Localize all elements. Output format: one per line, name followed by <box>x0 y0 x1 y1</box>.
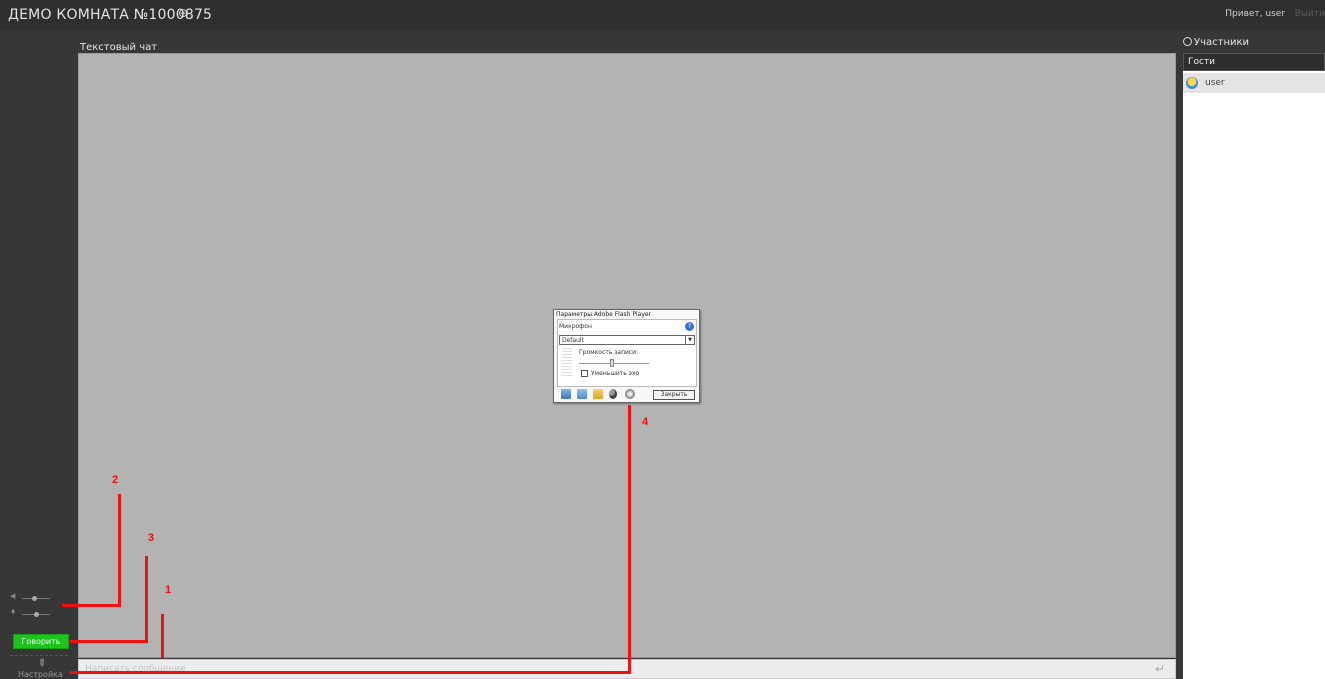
guests-group-header[interactable]: Гости <box>1183 53 1325 71</box>
annotation-line-3-horizontal <box>70 640 148 643</box>
annotation-label-4: 4 <box>642 416 649 428</box>
participants-title: Участники <box>1183 37 1249 48</box>
logout-link[interactable]: Выйти <box>1295 9 1325 19</box>
sidebar-divider <box>10 655 68 656</box>
speaker-volume-slider[interactable]: ◀ <box>10 592 60 603</box>
help-icon[interactable]: ? <box>685 322 694 331</box>
message-input[interactable]: Написать сообщение ↵ <box>78 659 1176 679</box>
left-sidebar: ◀ ♦ <box>0 30 78 679</box>
mic-volume-knob[interactable] <box>34 612 39 617</box>
user-avatar-icon <box>1186 77 1198 89</box>
annotation-label-1: 1 <box>165 584 172 596</box>
flash-settings-dialog: Параметры Adobe Flash Player Микрофон ? … <box>553 309 700 403</box>
annotation-line-1-vertical <box>161 614 164 658</box>
annotation-label-3: 3 <box>148 532 155 544</box>
participant-row[interactable]: user <box>1183 73 1325 93</box>
flash-dialog-title: Параметры Adobe Flash Player <box>556 311 652 318</box>
annotation-line-2-horizontal <box>62 604 121 607</box>
annotation-label-2: 2 <box>112 474 119 486</box>
reduce-echo-checkbox[interactable] <box>581 370 588 377</box>
send-enter-icon[interactable]: ↵ <box>1155 662 1165 676</box>
annotation-line-2-vertical <box>118 494 121 606</box>
close-button[interactable]: Закрыть <box>653 390 695 400</box>
annotation-line-4-horizontal <box>70 671 631 674</box>
record-volume-track[interactable] <box>579 363 649 364</box>
talk-button[interactable]: Говорить <box>13 634 69 649</box>
annotation-line-3-vertical <box>145 556 148 642</box>
local-storage-icon[interactable] <box>593 389 603 399</box>
mic-level-meter <box>562 348 572 378</box>
reduce-echo-label: Уменьшить эхо <box>591 370 640 377</box>
mic-icon: ♦ <box>10 608 17 616</box>
participants-panel: Гости user <box>1183 53 1325 679</box>
flash-section-label: Микрофон <box>559 323 592 330</box>
top-header: ДЕМО КОМНАТА №1000875 ⊖ Привет, user Вый… <box>0 0 1325 30</box>
network-icon[interactable]: ⊖ <box>178 6 188 20</box>
greeting-text: Привет, user <box>1225 9 1285 19</box>
settings-label[interactable]: Настройка <box>18 670 63 679</box>
camera-icon[interactable] <box>625 389 635 399</box>
participants-icon <box>1183 37 1192 46</box>
participants-title-text: Участники <box>1194 37 1250 48</box>
record-volume-label: Громкость записи: <box>579 349 639 356</box>
microphone-select[interactable]: Default ▼ <box>559 335 695 345</box>
mic-volume-slider[interactable]: ♦ <box>10 608 60 619</box>
record-volume-knob[interactable] <box>610 359 614 367</box>
dropdown-arrow-icon[interactable]: ▼ <box>685 336 694 344</box>
speaker-icon: ◀ <box>10 592 16 600</box>
microphone-icon[interactable] <box>609 389 617 399</box>
participant-name: user <box>1205 78 1225 88</box>
speaker-volume-knob[interactable] <box>32 596 37 601</box>
annotation-line-4-vertical <box>628 405 631 673</box>
storage-monitor-icon[interactable] <box>577 389 587 399</box>
privacy-monitor-icon[interactable] <box>561 389 571 399</box>
microphone-select-value: Default <box>562 337 584 344</box>
chat-title: Текстовый чат <box>80 42 158 53</box>
